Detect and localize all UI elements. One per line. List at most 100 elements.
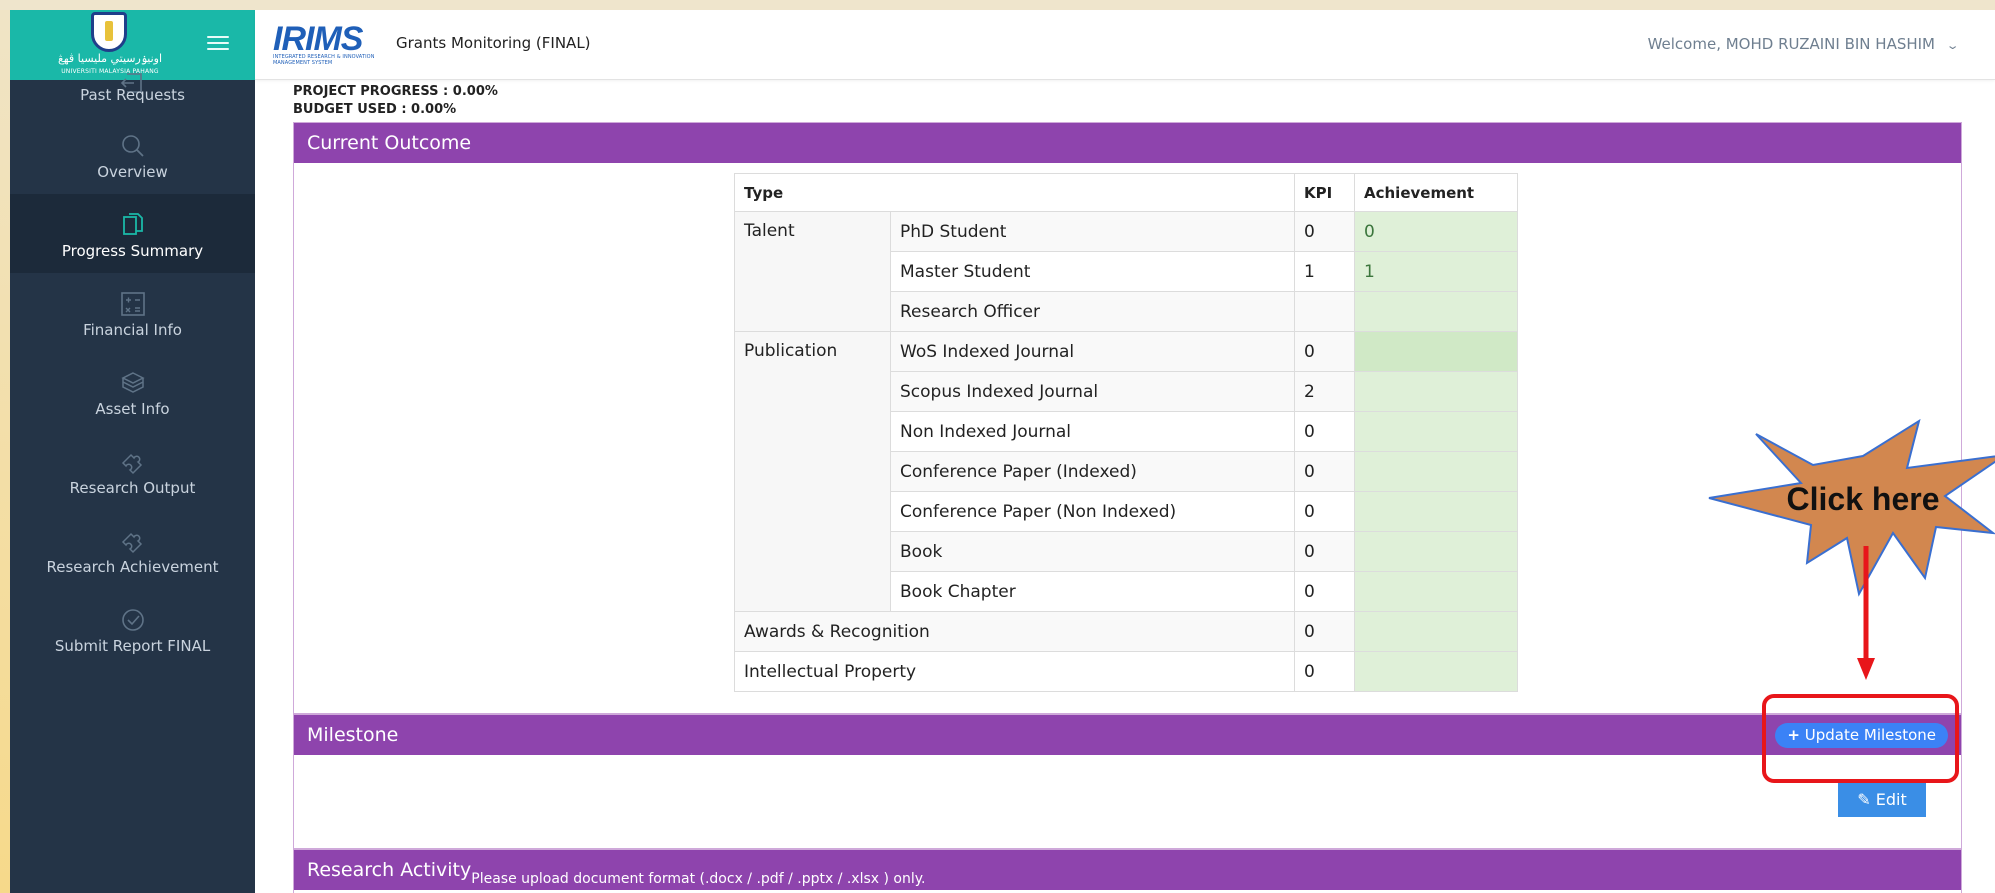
- row-achievement: [1354, 331, 1518, 372]
- puzzle-icon: [118, 528, 148, 554]
- milestone-panel: Milestone + Update Milestone ✎ Edit: [293, 714, 1962, 849]
- university-logo[interactable]: اونيۏرسيتي مليسيا ڤهڠ UNIVERSITI MALAYSI…: [54, 12, 166, 76]
- upload-format-note: Please upload document format (.docx / .…: [471, 871, 926, 887]
- click-here-text: Click here: [1787, 481, 1940, 517]
- sidebar-item-financial-info[interactable]: Financial Info: [10, 273, 255, 352]
- irims-wordmark: IRIMS: [273, 20, 363, 58]
- sidebar-item-label: Research Achievement: [46, 558, 219, 576]
- sidebar-item-label: Asset Info: [95, 400, 170, 418]
- edit-label: Edit: [1875, 790, 1907, 809]
- row-kpi: 0: [1294, 331, 1355, 372]
- research-activity-panel: Research ActivityPlease upload document …: [293, 849, 1962, 893]
- sidebar-item-asset-info[interactable]: Asset Info: [10, 352, 255, 431]
- row-item: Book Chapter: [890, 571, 1295, 612]
- documents-icon: [118, 212, 148, 238]
- sidebar-item-label: Submit Report FINAL: [54, 637, 211, 655]
- sidebar-item-research-output[interactable]: Research Output: [10, 431, 255, 510]
- row-item: Non Indexed Journal: [890, 411, 1295, 452]
- current-outcome-heading: Current Outcome: [294, 123, 1961, 163]
- puzzle-icon: [118, 449, 148, 475]
- row-item: WoS Indexed Journal: [890, 331, 1295, 372]
- research-activity-heading-bar: Research ActivityPlease upload document …: [294, 850, 1961, 890]
- row-item: Research Officer: [890, 291, 1295, 332]
- click-here-callout: Click here: [1708, 418, 1995, 597]
- irims-subtitle: INTEGRATED RESEARCH & INNOVATION MANAGEM…: [273, 54, 375, 66]
- logo-text-latin: UNIVERSITI MALAYSIA PAHANG: [61, 68, 159, 75]
- app-title: Grants Monitoring (FINAL): [396, 34, 591, 52]
- research-activity-heading: Research Activity: [307, 859, 472, 881]
- budget-used: BUDGET USED : 0.00%: [293, 102, 457, 117]
- row-achievement: [1354, 651, 1518, 692]
- row-achievement: [1354, 611, 1518, 652]
- hamburger-menu-icon[interactable]: [207, 36, 229, 52]
- group-talent: Talent: [734, 211, 891, 332]
- row-kpi: 0: [1294, 451, 1355, 492]
- edit-button[interactable]: ✎ Edit: [1838, 782, 1926, 817]
- row-kpi: 0: [1294, 491, 1355, 532]
- shield-icon: [91, 12, 127, 52]
- row-item: Master Student: [890, 251, 1295, 292]
- row-kpi: 0: [1294, 571, 1355, 612]
- column-header-type: Type: [734, 173, 1295, 212]
- group-publication: Publication: [734, 331, 891, 612]
- milestone-heading: Milestone: [307, 724, 399, 746]
- sidebar-menu: Past Requests Overview Progress Summary …: [10, 73, 255, 668]
- background-edge: [0, 10, 10, 893]
- row-item: Intellectual Property: [734, 651, 1295, 692]
- row-kpi: 0: [1294, 611, 1355, 652]
- progress-info: PROJECT PROGRESS : 0.00% BUDGET USED : 0…: [293, 83, 498, 119]
- row-item: Awards & Recognition: [734, 611, 1295, 652]
- row-kpi: 2: [1294, 371, 1355, 412]
- row-kpi: 0: [1294, 651, 1355, 692]
- project-progress: PROJECT PROGRESS : 0.00%: [293, 84, 498, 99]
- column-header-achievement: Achievement: [1354, 173, 1518, 212]
- calculator-icon: [118, 291, 148, 317]
- row-kpi: 0: [1294, 211, 1355, 252]
- row-item: Book: [890, 531, 1295, 572]
- sidebar-item-label: Financial Info: [83, 321, 182, 339]
- top-strip: [0, 0, 1995, 10]
- logo-text-jawi: اونيۏرسيتي مليسيا ڤهڠ: [57, 52, 163, 65]
- row-kpi: 0: [1294, 411, 1355, 452]
- table-row: Talent PhD Student 0 0: [734, 211, 1518, 332]
- sidebar-item-label: Progress Summary: [61, 242, 204, 260]
- row-kpi: 0: [1294, 531, 1355, 572]
- row-achievement: [1354, 491, 1518, 532]
- chevron-down-icon: ⌄: [1945, 39, 1960, 52]
- user-menu[interactable]: Welcome, MOHD RUZAINI BIN HASHIM ⌄: [1647, 35, 1960, 53]
- sidebar-item-past-requests[interactable]: Past Requests: [10, 73, 255, 115]
- row-achievement: [1354, 451, 1518, 492]
- row-achievement: 1: [1354, 251, 1518, 292]
- edit-icon: ✎: [1857, 790, 1871, 809]
- arrow-down-icon: [1857, 546, 1875, 680]
- sidebar-item-submit-report[interactable]: Submit Report FINAL: [10, 589, 255, 668]
- top-bar: IRIMS INTEGRATED RESEARCH & INNOVATION M…: [255, 10, 1995, 80]
- table-header-row: Type KPI Achievement: [734, 173, 1518, 212]
- sidebar-item-label: Overview: [97, 163, 168, 181]
- table-row: Publication WoS Indexed Journal 0: [734, 331, 1518, 612]
- row-achievement: [1354, 531, 1518, 572]
- column-header-kpi: KPI: [1294, 173, 1355, 212]
- row-achievement: [1354, 571, 1518, 612]
- welcome-text: Welcome, MOHD RUZAINI BIN HASHIM: [1647, 35, 1935, 53]
- row-achievement: [1354, 291, 1518, 332]
- app-window: اونيۏرسيتي مليسيا ڤهڠ UNIVERSITI MALAYSI…: [10, 10, 1995, 893]
- sidebar-item-label: Research Output: [69, 479, 196, 497]
- row-item: PhD Student: [890, 211, 1295, 252]
- row-kpi: 1: [1294, 251, 1355, 292]
- sidebar: اونيۏرسيتي مليسيا ڤهڠ UNIVERSITI MALAYSI…: [10, 10, 255, 893]
- row-achievement: 0: [1354, 211, 1518, 252]
- row-achievement: [1354, 411, 1518, 452]
- irims-logo[interactable]: IRIMS INTEGRATED RESEARCH & INNOVATION M…: [273, 20, 391, 66]
- table-row: Intellectual Property 0: [734, 651, 1518, 692]
- outcome-table: Type KPI Achievement Talent PhD Student …: [734, 173, 1518, 692]
- sidebar-item-research-achievement[interactable]: Research Achievement: [10, 510, 255, 589]
- row-item: Conference Paper (Non Indexed): [890, 491, 1295, 532]
- cubes-icon: [118, 370, 148, 396]
- sidebar-item-overview[interactable]: Overview: [10, 115, 255, 194]
- sidebar-item-label: Past Requests: [80, 86, 185, 104]
- search-icon: [118, 133, 148, 159]
- row-item: Conference Paper (Indexed): [890, 451, 1295, 492]
- sidebar-item-progress-summary[interactable]: Progress Summary: [10, 194, 255, 273]
- table-row: Awards & Recognition 0: [734, 611, 1518, 652]
